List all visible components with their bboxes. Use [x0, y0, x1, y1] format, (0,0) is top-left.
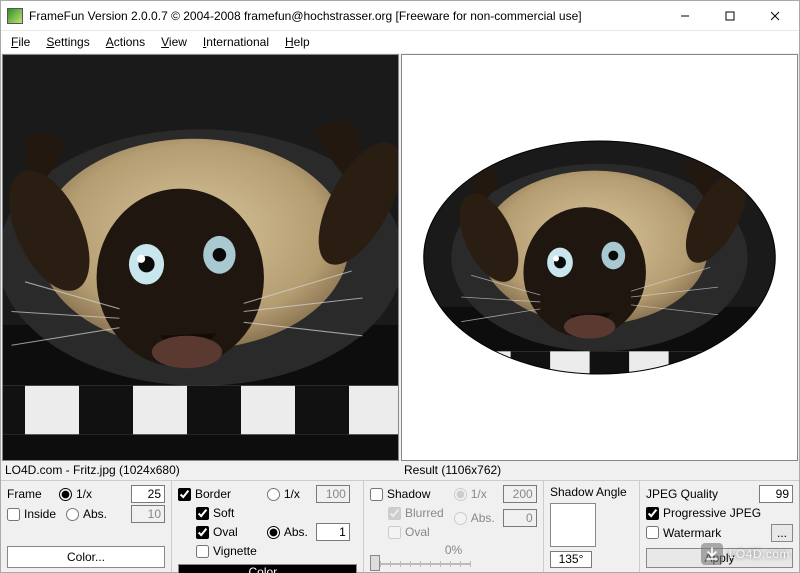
window-title: FrameFun Version 2.0.0.7 © 2004-2008 fra…	[29, 9, 662, 23]
source-image	[3, 55, 398, 460]
soft-label: Soft	[213, 506, 234, 520]
vignette-label: Vignette	[213, 544, 257, 558]
frame-label: Frame	[7, 487, 55, 501]
shadow-1x-radio	[454, 488, 467, 501]
menubar: File Settings Actions View International…	[1, 31, 799, 53]
border-abs-label: Abs.	[284, 525, 308, 539]
frame-1x-label: 1/x	[76, 487, 92, 501]
status-left: LO4D.com - Fritz.jpg (1024x680)	[1, 462, 400, 480]
frame-abs-radio[interactable]	[66, 508, 79, 521]
shadow-checkbox[interactable]	[370, 488, 383, 501]
shadow-group: Shadow Blurred Oval 1/x Abs. 0%	[363, 481, 543, 572]
frame-1x-radio[interactable]	[59, 488, 72, 501]
status-right: Result (1106x762)	[400, 462, 799, 480]
shadow-abs-label: Abs.	[471, 511, 495, 525]
progressive-checkbox[interactable]	[646, 507, 659, 520]
menu-help[interactable]: Help	[279, 33, 316, 51]
jpeg-quality-label: JPEG Quality	[646, 487, 718, 501]
shadow-angle-group: Shadow Angle	[543, 481, 639, 572]
result-pane[interactable]	[401, 54, 798, 461]
border-color-button[interactable]: Color...	[178, 564, 357, 573]
menu-view[interactable]: View	[155, 33, 193, 51]
shadow-angle-swatch[interactable]	[550, 503, 596, 547]
shadow-abs-radio	[454, 512, 467, 525]
shadow-abs-input	[503, 509, 537, 527]
controls-panel: Frame 1/x Inside Abs. Color... Border	[1, 480, 799, 572]
shadow-angle-input[interactable]	[550, 551, 592, 568]
shadow-1x-label: 1/x	[471, 487, 487, 501]
frame-group: Frame 1/x Inside Abs. Color...	[1, 481, 171, 572]
menu-actions[interactable]: Actions	[100, 33, 151, 51]
status-row: LO4D.com - Fritz.jpg (1024x680) Result (…	[1, 462, 799, 480]
progressive-label: Progressive JPEG	[663, 506, 761, 520]
border-checkbox[interactable]	[178, 488, 191, 501]
source-pane[interactable]	[2, 54, 399, 461]
frame-color-button[interactable]: Color...	[7, 546, 165, 568]
titlebar: FrameFun Version 2.0.0.7 © 2004-2008 fra…	[1, 1, 799, 31]
shadow-oval-label: Oval	[405, 525, 430, 539]
watermark-checkbox[interactable]	[646, 526, 659, 539]
shadow-label: Shadow	[387, 487, 430, 501]
soft-checkbox[interactable]	[196, 507, 209, 520]
border-1x-label: 1/x	[284, 487, 300, 501]
close-button[interactable]	[752, 2, 797, 30]
minimize-button[interactable]	[662, 2, 707, 30]
frame-abs-input[interactable]	[131, 505, 165, 523]
border-1x-input[interactable]	[316, 485, 350, 503]
result-image	[402, 55, 797, 460]
shadow-slider[interactable]	[370, 559, 470, 568]
menu-file[interactable]: File	[5, 33, 36, 51]
blurred-label: Blurred	[405, 506, 444, 520]
border-abs-input[interactable]	[316, 523, 350, 541]
apply-button[interactable]: Apply	[646, 548, 793, 568]
vignette-checkbox[interactable]	[196, 545, 209, 558]
inside-label: Inside	[24, 507, 62, 521]
inside-checkbox[interactable]	[7, 508, 20, 521]
content-area	[1, 53, 799, 462]
menu-international[interactable]: International	[197, 33, 275, 51]
watermark-browse-button[interactable]: ...	[771, 524, 793, 542]
oval-checkbox[interactable]	[196, 526, 209, 539]
watermark-label: Watermark	[663, 526, 721, 540]
shadow-percent: 0%	[370, 543, 537, 557]
maximize-button[interactable]	[707, 2, 752, 30]
jpeg-group: JPEG Quality Progressive JPEG Watermark …	[639, 481, 799, 572]
frame-1x-input[interactable]	[131, 485, 165, 503]
shadow-oval-checkbox	[388, 526, 401, 539]
jpeg-quality-input[interactable]	[759, 485, 793, 503]
frame-abs-label: Abs.	[83, 507, 107, 521]
shadow-angle-label: Shadow Angle	[550, 485, 633, 499]
oval-label: Oval	[213, 525, 238, 539]
app-icon	[7, 8, 23, 24]
shadow-1x-input	[503, 485, 537, 503]
blurred-checkbox	[388, 507, 401, 520]
border-1x-radio[interactable]	[267, 488, 280, 501]
menu-settings[interactable]: Settings	[40, 33, 95, 51]
border-group: Border Soft Oval Vignette 1/x Abs. Color…	[171, 481, 363, 572]
border-label: Border	[195, 487, 231, 501]
border-abs-radio[interactable]	[267, 526, 280, 539]
